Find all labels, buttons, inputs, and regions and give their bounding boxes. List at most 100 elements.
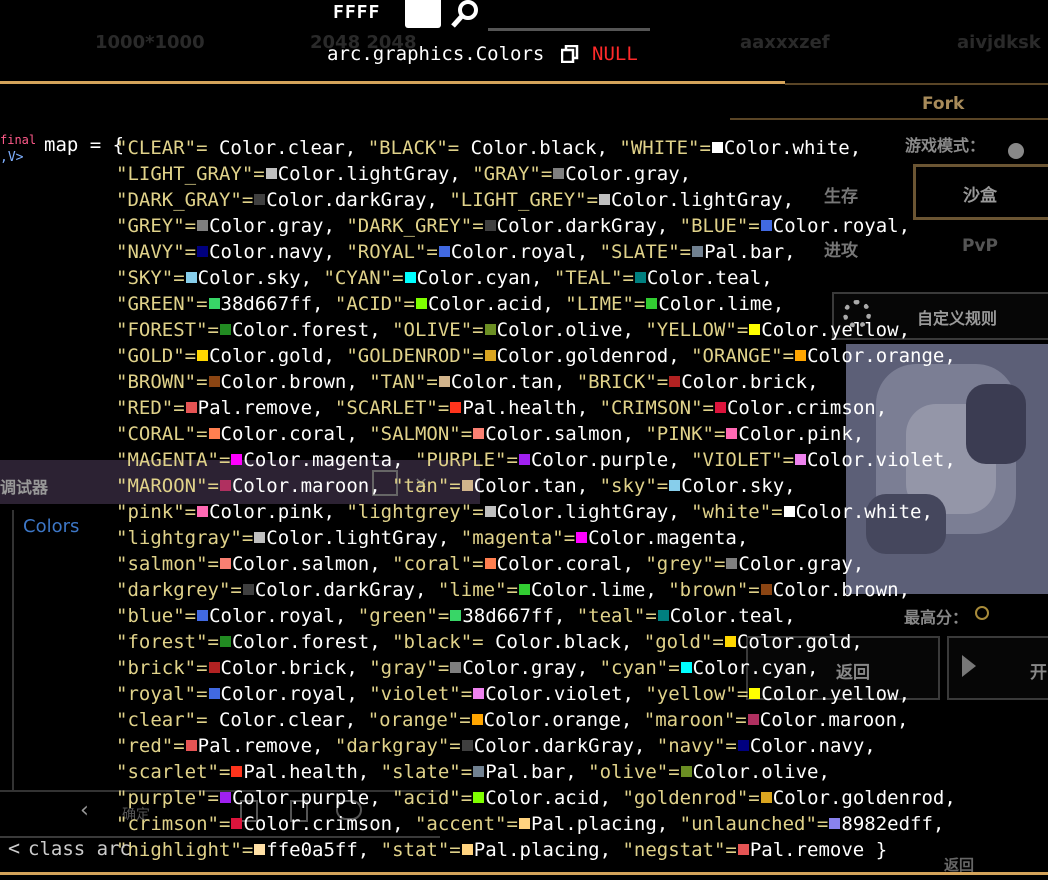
color-swatch [711, 142, 723, 153]
map-key: "violet"= [369, 683, 473, 705]
color-swatch [669, 376, 681, 387]
map-value: Color.maroon, [759, 709, 920, 731]
map-value: Color.crimson, [243, 813, 415, 835]
code-line: "GREY"= Color.gray, "DARK_GREY"= Color.dar… [116, 213, 921, 239]
map-value: Color.brown, [772, 579, 922, 601]
color-swatch [197, 220, 209, 231]
map-value: Color.tan, [450, 371, 577, 393]
highscore-label: 最高分： [904, 608, 969, 627]
console-input-value[interactable]: class arc [28, 838, 131, 860]
map-value: Color.brown, [220, 371, 370, 393]
map-key: "CYAN"= [323, 267, 404, 289]
map-value: Color.pink, [209, 501, 347, 523]
map-value: Color.navy, [209, 241, 347, 263]
panel-divider [12, 510, 14, 790]
copy-icon[interactable] [561, 45, 579, 63]
map-key: "lightgrey"= [346, 501, 484, 523]
map-key: "NAVY"= [116, 241, 197, 263]
code-line: "MAGENTA"= Color.magenta, "PURPLE"= Color.… [116, 447, 967, 473]
mode-attack[interactable]: 进攻 [824, 236, 858, 261]
map-value: Pal.health, [243, 761, 381, 783]
color-swatch [219, 480, 231, 491]
map-key: "PINK"= [645, 423, 726, 445]
code-line: "MAROON"= Color.maroon, "tan"= Color.tan, … [116, 473, 807, 499]
mode-pvp[interactable]: PvP [962, 236, 998, 256]
map-key: "goldenrod"= [622, 787, 760, 809]
code-line: "blue"= Color.royal, "green"= 38d667ff, "t… [116, 603, 807, 629]
info-icon[interactable] [1008, 143, 1024, 159]
map-value: Color.gray, [209, 215, 347, 237]
code-line: "clear"= Color.clear, "orange"= Color.ora… [116, 707, 920, 733]
mode-survival[interactable]: 生存 [824, 182, 858, 207]
map-value: 38d667ff, [220, 293, 335, 315]
map-value: Color.magenta, [243, 449, 415, 471]
map-value: Color.brick, [681, 371, 830, 393]
map-value: Color.tan, [473, 475, 600, 497]
map-value: Color.lightGray, [611, 189, 806, 211]
color-swatch [484, 350, 496, 361]
code-line: "darkgrey"= Color.darkGray, "lime"= Color.… [116, 577, 921, 603]
color-swatch [749, 688, 761, 699]
map-value: Color.yellow, [761, 319, 922, 341]
color-swatch [473, 688, 485, 699]
map-value: Color.royal, [220, 683, 370, 705]
map-value: Color.royal, [450, 241, 600, 263]
map-key: "FOREST"= [116, 319, 219, 341]
search-icon[interactable] [450, 0, 484, 28]
code-line: "royal"= Color.royal, "violet"= Color.viol… [116, 681, 921, 707]
hex-value-label: FFFF [333, 2, 381, 23]
map-value: Color.clear, [218, 137, 368, 159]
map-value: Color.lime, [530, 579, 669, 601]
map-value: Color.gray, [565, 163, 703, 185]
colors-tab[interactable]: Colors [23, 516, 79, 537]
map-key: "BROWN"= [116, 371, 208, 393]
map-key: "ROYAL"= [346, 241, 438, 263]
color-swatch [265, 168, 277, 179]
map-value: Color.lightGray, [496, 501, 692, 523]
map-key: "SCARLET"= [334, 397, 450, 419]
code-line: "SKY"= Color.sky, "CYAN"= Color.cyan, "TEA… [116, 265, 784, 291]
color-swatch [231, 766, 243, 777]
map-value: Color.darkGray, [254, 579, 438, 601]
code-line: "BROWN"= Color.brown, "TAN"= Color.tan, "B… [116, 369, 830, 395]
map-key: "crimson"= [116, 813, 231, 835]
color-swatch [657, 610, 669, 621]
map-value: Color.gold, [209, 345, 347, 367]
color-swatch [783, 506, 795, 517]
map-key: "acid"= [392, 787, 473, 809]
map-value: Color.black, [495, 631, 644, 653]
map-value: Color.acid, [485, 787, 623, 809]
color-swatch [829, 818, 841, 829]
map-value: Pal.bar, [704, 241, 808, 263]
color-swatch [726, 428, 738, 439]
map-key: "SKY"= [116, 267, 185, 289]
color-swatch [484, 220, 496, 231]
map-key: "GRAY"= [472, 163, 553, 185]
color-swatch [415, 298, 427, 309]
color-swatch [219, 792, 231, 803]
bg-header-item: 1000*1000 [95, 32, 205, 53]
map-value: Color.cyan, [416, 267, 554, 289]
map-key: "DARK_GREY"= [346, 215, 484, 237]
map-value: Color.white, [795, 501, 945, 523]
color-swatch [599, 194, 611, 205]
map-key: "MAGENTA"= [116, 449, 231, 471]
map-key: "forest"= [116, 631, 219, 653]
code-line: "RED"= Pal.remove, "SCARLET"= Pal.health, … [116, 395, 899, 421]
color-preview-swatch[interactable] [405, 0, 441, 28]
map-value: Color.coral, [220, 423, 370, 445]
map-value: Color.goldenrod, [772, 787, 968, 809]
map-key: "SLATE"= [599, 241, 692, 263]
fork-tab[interactable]: Fork [922, 94, 964, 114]
map-key: "accent"= [414, 813, 518, 835]
color-swatch [518, 818, 530, 829]
map-value: Color.brick, [220, 657, 370, 679]
code-line: "CORAL"= Color.coral, "SALMON"= Color.salm… [116, 421, 876, 447]
map-value: Color.lightGray, [266, 527, 461, 549]
map-key: "green"= [357, 605, 450, 627]
map-value: Color.coral, [496, 553, 646, 575]
map-key: "salmon"= [116, 553, 219, 575]
map-value: Color.crimson, [726, 397, 899, 419]
color-swatch [473, 792, 485, 803]
chevron-left-icon[interactable]: ‹ [78, 798, 91, 823]
